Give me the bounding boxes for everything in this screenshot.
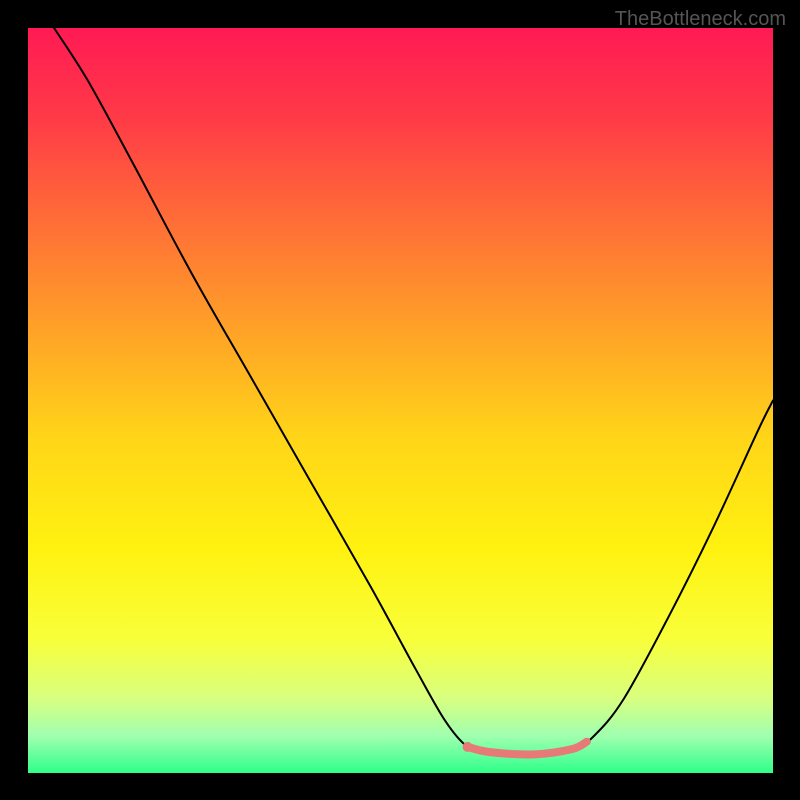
bottleneck-chart — [28, 28, 773, 773]
chart-container — [28, 28, 773, 773]
watermark-text: TheBottleneck.com — [615, 8, 786, 31]
highlight-dot — [463, 742, 473, 752]
chart-background — [28, 28, 773, 773]
